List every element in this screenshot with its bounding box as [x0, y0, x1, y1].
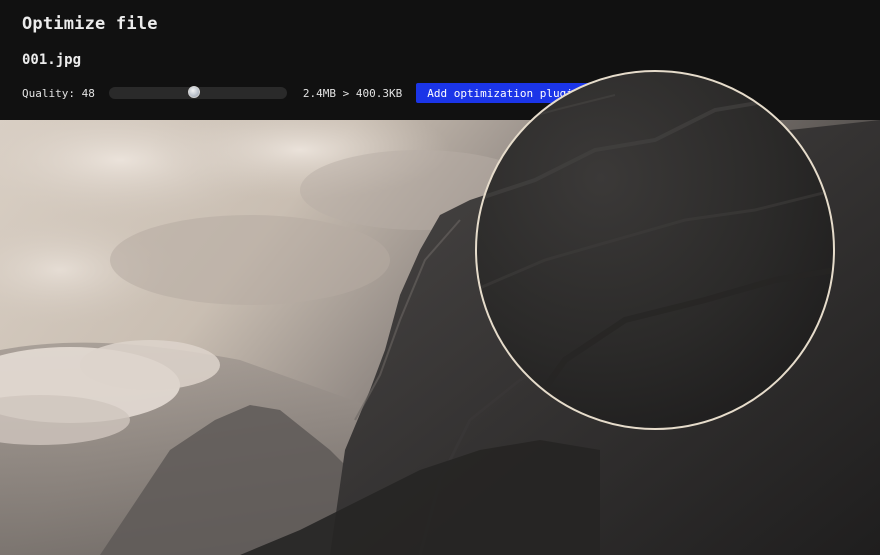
- file-size-comparison: 2.4MB > 400.3KB: [302, 86, 403, 100]
- quality-label: Quality: 48: [22, 86, 95, 100]
- quality-slider-thumb[interactable]: [188, 86, 201, 98]
- magnifier-loupe[interactable]: [475, 70, 835, 430]
- quality-slider[interactable]: [108, 86, 287, 99]
- file-name: 001.jpg: [22, 52, 82, 68]
- page-title: Optimize file: [22, 14, 158, 34]
- zoomed-detail-view: [475, 70, 835, 430]
